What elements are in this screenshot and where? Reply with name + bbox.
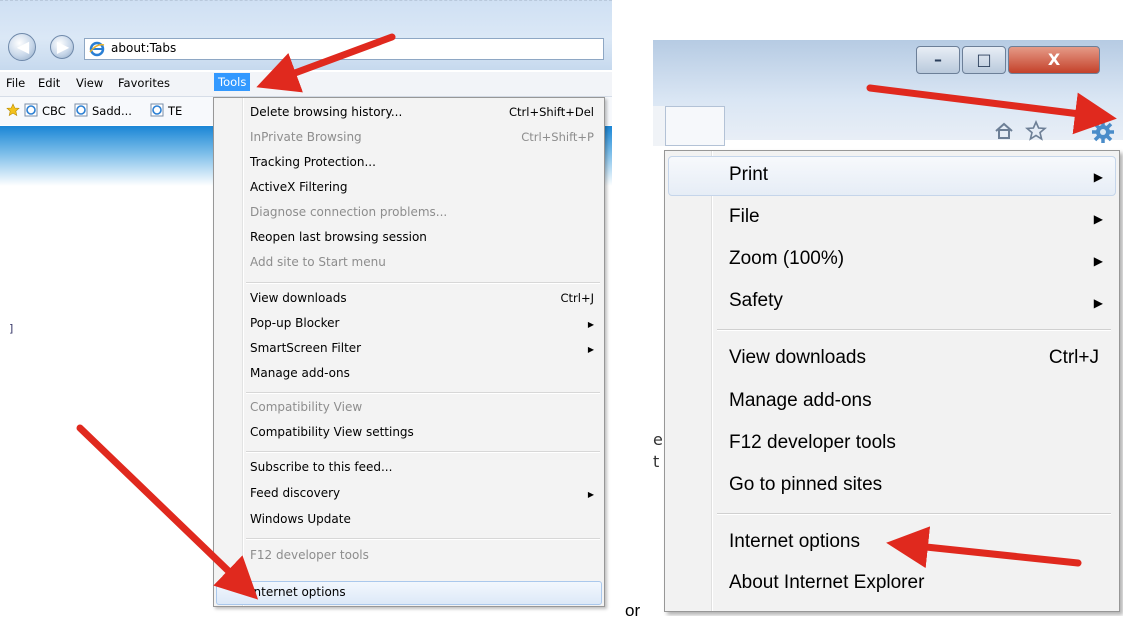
shortcut-text: Ctrl+J (560, 291, 595, 305)
page-edge-text: e (653, 430, 663, 449)
submenu-arrow-icon: ▶ (587, 490, 594, 499)
menu-item-tracking-protection[interactable]: Tracking Protection... (250, 155, 376, 169)
menu-item-manage-addons[interactable]: Manage add-ons (729, 390, 872, 412)
home-icon[interactable] (993, 120, 1015, 142)
ie-page-icon (24, 103, 38, 117)
menu-separator (717, 329, 1111, 331)
menu-item-f12-developer-tools[interactable]: F12 developer tools (729, 432, 896, 454)
menu-separator (246, 451, 600, 453)
favorites-star-icon[interactable] (1025, 120, 1047, 142)
favorite-link[interactable]: Sadd... (92, 104, 132, 118)
menu-item-internet-options[interactable]: Internet options (250, 585, 346, 599)
menu-item-file[interactable]: File (729, 206, 760, 228)
menu-item-subscribe-feed[interactable]: Subscribe to this feed... (250, 460, 392, 474)
ie-page-icon (74, 103, 88, 117)
menu-item-zoom[interactable]: Zoom (100%) (729, 248, 844, 270)
submenu-arrow-icon: ▶ (1093, 254, 1103, 268)
menu-item-add-site-to-start[interactable]: Add site to Start menu (250, 255, 386, 269)
menu-separator (246, 282, 600, 284)
menu-item-feed-discovery[interactable]: Feed discovery (250, 486, 340, 500)
back-arrow-icon: ◀ (16, 37, 30, 56)
favorites-star-icon[interactable] (6, 103, 20, 117)
menu-file[interactable]: File (6, 76, 25, 90)
menu-gutter (711, 151, 713, 611)
tab-edge (653, 106, 665, 146)
menu-item-reopen-last-session[interactable]: Reopen last browsing session (250, 230, 427, 244)
menu-item-view-downloads[interactable]: View downloads (729, 347, 866, 369)
or-label: or (625, 601, 641, 620)
gear-icon[interactable] (1091, 120, 1115, 144)
submenu-arrow-icon: ▶ (587, 345, 594, 354)
menu-item-manage-addons[interactable]: Manage add-ons (250, 366, 350, 380)
submenu-arrow-icon: ▶ (1093, 170, 1103, 184)
forward-arrow-icon: ▶ (56, 37, 70, 56)
menu-favorites[interactable]: Favorites (118, 76, 170, 90)
favorite-link[interactable]: CBC (42, 104, 66, 118)
menu-item-about-internet-explorer[interactable]: About Internet Explorer (729, 572, 924, 594)
menu-tools[interactable]: Tools (214, 73, 251, 91)
menu-item-activex-filtering[interactable]: ActiveX Filtering (250, 180, 347, 194)
new-tab-stub[interactable] (665, 106, 725, 146)
menu-view[interactable]: View (76, 76, 103, 90)
ie-page-icon (150, 103, 164, 117)
menu-edit[interactable]: Edit (38, 76, 60, 90)
forward-button[interactable]: ▶ (50, 35, 74, 59)
close-button[interactable]: X (1008, 46, 1100, 74)
address-text: about:Tabs (111, 41, 177, 55)
favorite-link[interactable]: TE (168, 104, 182, 118)
shortcut-text: Ctrl+Shift+Del (509, 105, 594, 119)
tools-menu: Delete browsing history... Ctrl+Shift+De… (213, 97, 605, 607)
menu-help[interactable]: Help (264, 76, 290, 90)
menu-item-compatibility-view[interactable]: Compatibility View (250, 400, 362, 414)
title-bar: ◀ ▶ about:Tabs (0, 0, 612, 70)
minimize-icon: – (934, 50, 942, 69)
menu-separator (717, 513, 1111, 515)
ie-logo-icon (89, 41, 105, 57)
gear-tools-menu: Print ▶ File ▶ Zoom (100%) ▶ Safety ▶ Vi… (664, 150, 1120, 612)
address-bar[interactable]: about:Tabs (84, 38, 604, 60)
menu-bar: File Edit View Favorites Tools Help (0, 72, 612, 97)
menu-item-delete-browsing-history[interactable]: Delete browsing history... (250, 105, 402, 119)
menu-item-diagnose-connection[interactable]: Diagnose connection problems... (250, 205, 447, 219)
shortcut-text: Ctrl+Shift+P (521, 130, 594, 144)
page-edge-text: t (653, 452, 660, 471)
shortcut-text: Ctrl+J (1048, 347, 1099, 368)
menu-item-f12-developer-tools[interactable]: F12 developer tools (250, 548, 369, 562)
menu-gutter (242, 98, 244, 606)
submenu-arrow-icon: ▶ (1093, 296, 1103, 310)
menu-item-inprivate-browsing[interactable]: InPrivate Browsing (250, 130, 362, 144)
maximize-button[interactable]: □ (962, 46, 1006, 74)
menu-item-windows-update[interactable]: Windows Update (250, 512, 351, 526)
back-button[interactable]: ◀ (8, 33, 36, 61)
menu-item-view-downloads[interactable]: View downloads (250, 291, 347, 305)
menu-item-safety[interactable]: Safety (729, 290, 783, 312)
ie-window-gear-variant: – □ X e t Print ▶ File ▶ Zoom (100%) ▶ S… (653, 40, 1123, 616)
minimize-button[interactable]: – (916, 46, 960, 74)
page-edge-text: ] (9, 322, 14, 335)
ie-window-menubar-variant: ◀ ▶ about:Tabs File Edit View Favorites … (0, 0, 612, 619)
menu-item-compatibility-view-settings[interactable]: Compatibility View settings (250, 425, 414, 439)
menu-separator (246, 392, 600, 394)
close-icon: X (1047, 50, 1061, 69)
menu-item-internet-options[interactable]: Internet options (729, 531, 860, 553)
menu-separator (246, 538, 600, 540)
maximize-icon: □ (976, 50, 992, 69)
menu-item-smartscreen-filter[interactable]: SmartScreen Filter (250, 341, 361, 355)
menu-item-print[interactable]: Print (729, 164, 768, 186)
menu-item-popup-blocker[interactable]: Pop-up Blocker (250, 316, 339, 330)
submenu-arrow-icon: ▶ (587, 320, 594, 329)
window-top-edge (0, 0, 612, 3)
menu-item-go-to-pinned-sites[interactable]: Go to pinned sites (729, 474, 882, 496)
submenu-arrow-icon: ▶ (1093, 212, 1103, 226)
